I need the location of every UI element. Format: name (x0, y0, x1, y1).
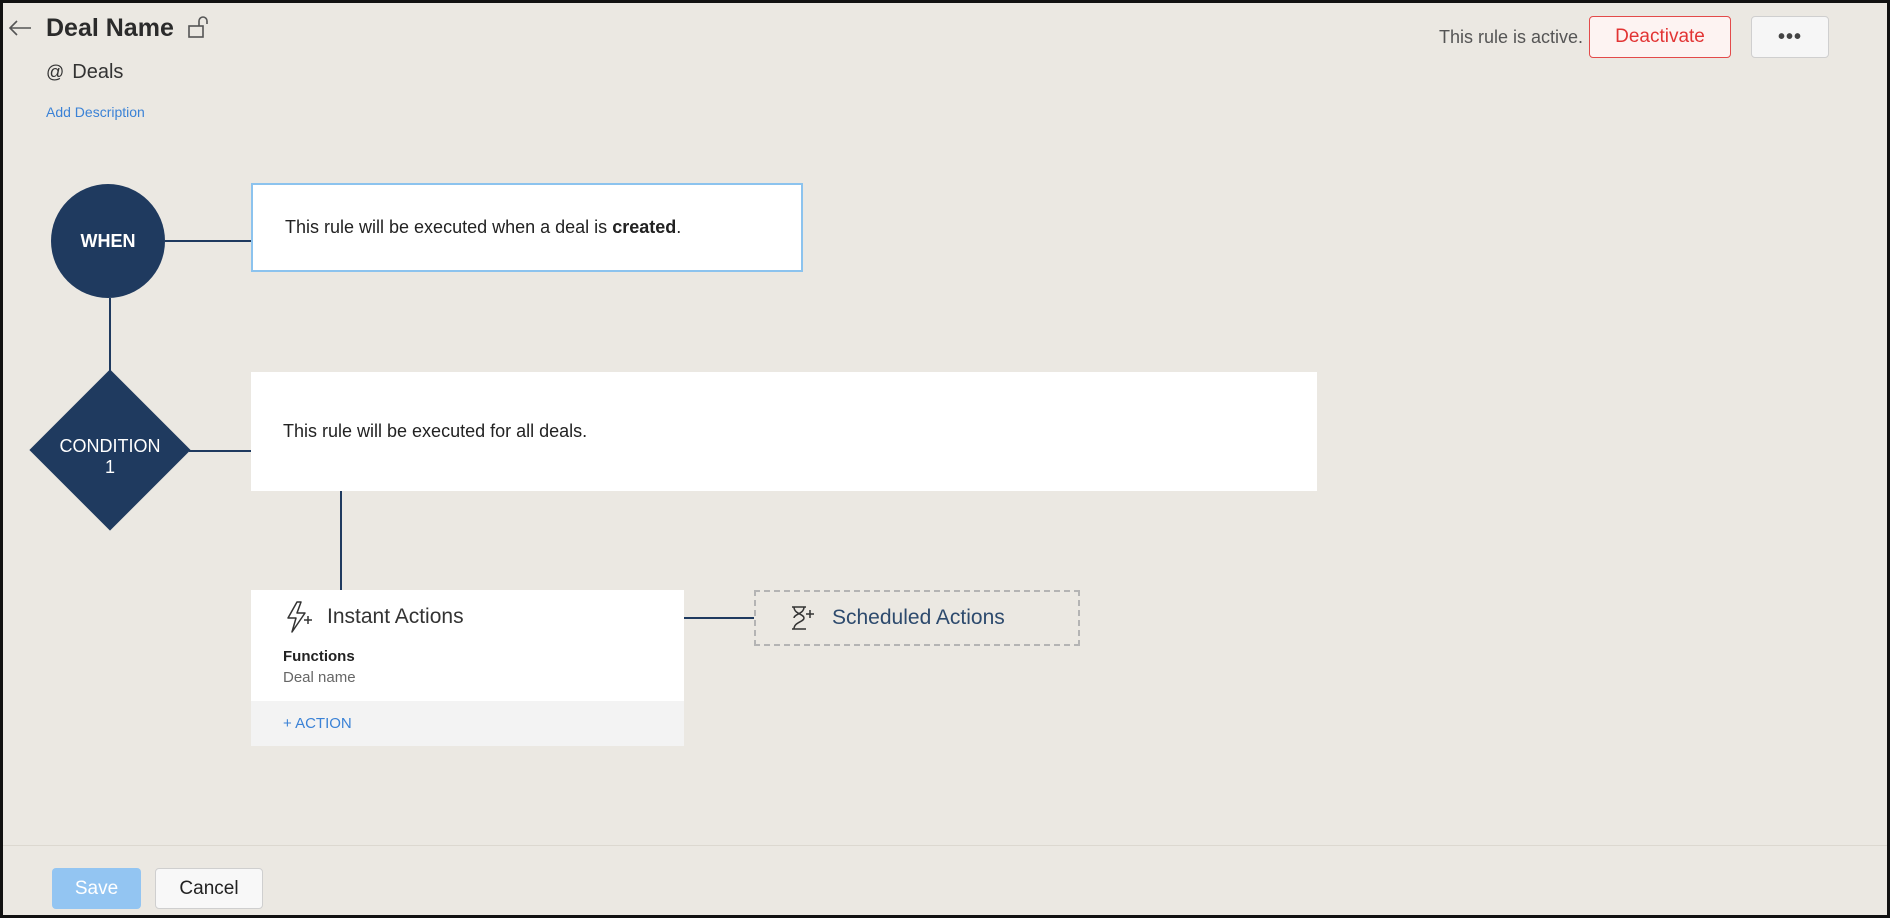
connector-condition-to-box (189, 450, 251, 452)
module-label: @ Deals (46, 61, 123, 84)
page-title: Deal Name (46, 14, 174, 42)
at-icon: @ (46, 62, 65, 82)
connector-when-to-box (165, 240, 251, 242)
add-description-link[interactable]: Add Description (46, 104, 145, 120)
deactivate-button[interactable]: Deactivate (1589, 16, 1731, 58)
connector-when-to-condition (109, 298, 111, 378)
trigger-event: created (612, 217, 677, 237)
connector-instant-to-scheduled (684, 617, 754, 619)
save-button[interactable]: Save (52, 868, 141, 909)
more-options-button[interactable]: ••• (1751, 16, 1829, 58)
scheduled-actions-box[interactable]: Scheduled Actions (754, 590, 1080, 646)
hourglass-plus-icon (792, 606, 814, 630)
rule-status-text: This rule is active. (1439, 27, 1584, 47)
footer-divider (3, 845, 1887, 846)
functions-title: Functions (283, 648, 355, 665)
instant-actions-card: Instant Actions Functions Deal name + AC… (251, 590, 684, 746)
when-node: WHEN (51, 184, 165, 298)
condition-box[interactable]: This rule will be executed for all deals… (251, 372, 1317, 491)
instant-actions-header[interactable]: Instant Actions (283, 600, 464, 634)
lightning-plus-icon (287, 601, 312, 633)
back-arrow-icon[interactable] (7, 15, 33, 41)
instant-actions-title: Instant Actions (327, 605, 464, 628)
scheduled-actions-title: Scheduled Actions (832, 606, 1005, 629)
unlock-icon[interactable] (187, 15, 211, 39)
cancel-button[interactable]: Cancel (155, 868, 263, 909)
connector-condition-to-actions (340, 491, 342, 590)
when-text: This rule will be executed when a deal i… (285, 217, 682, 237)
module-name: Deals (72, 61, 124, 83)
workflow-rule-editor: Deal Name @ Deals Add Description This ru… (0, 0, 1890, 918)
function-item[interactable]: Deal name (283, 669, 356, 686)
condition-node-label: CONDITION 1 (59, 436, 161, 477)
add-action-button[interactable]: + ACTION (251, 701, 684, 746)
when-trigger-box[interactable]: This rule will be executed when a deal i… (251, 183, 803, 272)
